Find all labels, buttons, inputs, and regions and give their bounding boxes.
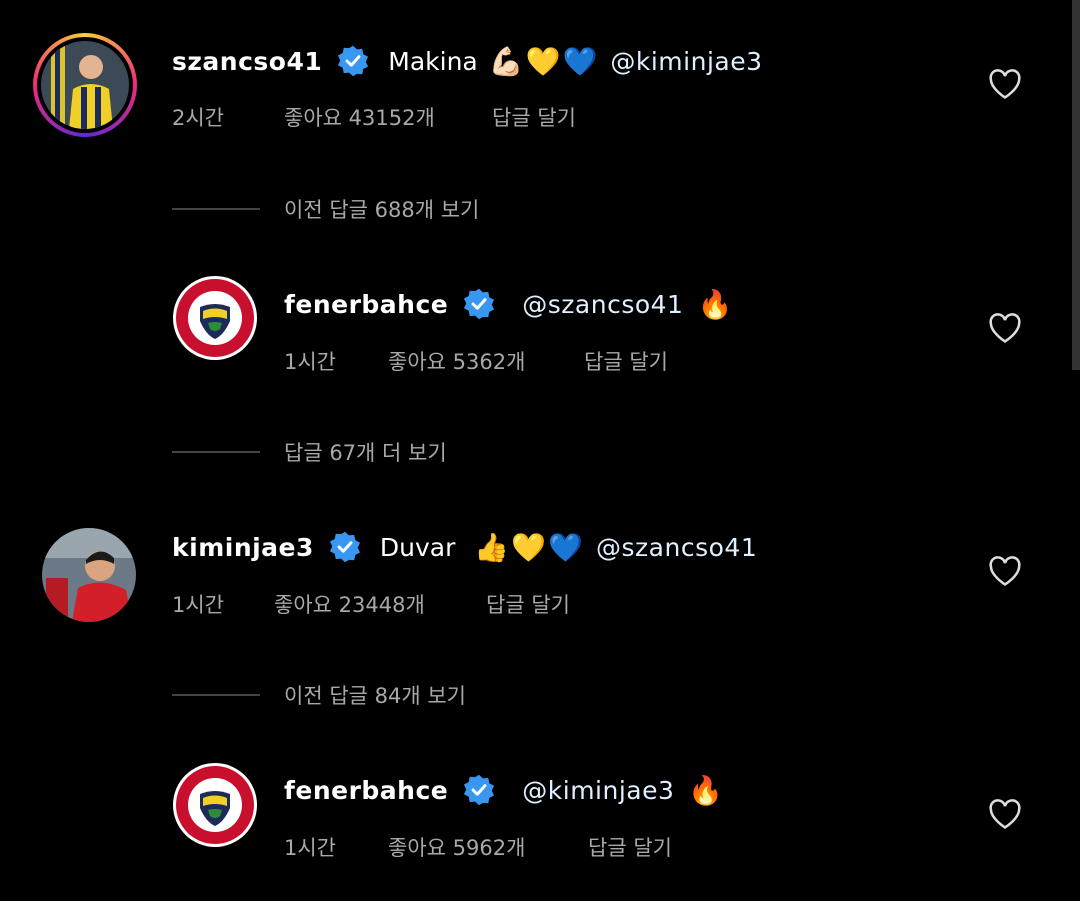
- fenerbahce-badge-avatar[interactable]: [172, 762, 258, 848]
- blue-heart-emoji: 💙: [562, 44, 598, 78]
- username[interactable]: fenerbahce: [284, 290, 448, 319]
- username[interactable]: fenerbahce: [284, 776, 448, 805]
- like-heart-icon[interactable]: [988, 68, 1022, 104]
- comment-text: Makina: [388, 46, 478, 76]
- reply-button[interactable]: 답글 달기: [584, 346, 668, 376]
- like-count[interactable]: 좋아요 43152개: [284, 102, 492, 132]
- like-heart-icon[interactable]: [988, 798, 1022, 834]
- avatar[interactable]: [42, 528, 136, 622]
- reply-button[interactable]: 답글 달기: [486, 589, 570, 619]
- like-heart-icon[interactable]: [988, 312, 1022, 348]
- mention-link[interactable]: @szancso41: [522, 290, 683, 319]
- scrollbar[interactable]: [1072, 0, 1080, 370]
- mention-link[interactable]: @kiminjae3: [610, 47, 762, 76]
- comment-header: fenerbahce @szancso41 🔥: [284, 287, 733, 321]
- blue-heart-emoji: 💙: [548, 530, 584, 564]
- fire-emoji: 🔥: [697, 287, 733, 321]
- reply-button[interactable]: 답글 달기: [492, 102, 576, 132]
- verified-badge-icon: [328, 530, 362, 564]
- comment-header: fenerbahce @kiminjae3 🔥: [284, 773, 724, 807]
- view-previous-replies-link[interactable]: 이전 답글 688개 보기: [172, 194, 479, 224]
- replies-divider: [172, 694, 260, 696]
- replies-divider: [172, 208, 260, 210]
- comment-meta: 1시간 좋아요 23448개 답글 달기: [172, 589, 570, 619]
- like-count[interactable]: 좋아요 5362개: [388, 346, 584, 376]
- replies-label[interactable]: 답글 67개 더 보기: [284, 437, 447, 467]
- fenerbahce-badge-avatar[interactable]: [172, 275, 258, 361]
- fire-emoji: 🔥: [688, 773, 724, 807]
- comment-text: Duvar: [379, 532, 456, 562]
- username[interactable]: szancso41: [172, 47, 322, 76]
- replies-divider: [172, 451, 260, 453]
- fenerbahce-crest-icon: [173, 276, 257, 360]
- comment-meta: 2시간 좋아요 43152개 답글 달기: [172, 102, 576, 132]
- timestamp: 2시간: [172, 106, 225, 130]
- mention-link[interactable]: @kiminjae3: [522, 776, 674, 805]
- thumbs-up-emoji: 👍: [474, 530, 510, 564]
- fenerbahce-crest-icon: [173, 763, 257, 847]
- yellow-heart-emoji: 💛: [511, 530, 547, 564]
- flexed-bicep-emoji: 💪🏻: [488, 44, 524, 78]
- verified-badge-icon: [462, 287, 496, 321]
- yellow-heart-emoji: 💛: [525, 44, 561, 78]
- like-count[interactable]: 좋아요 23448개: [274, 589, 486, 619]
- like-count[interactable]: 좋아요 5962개: [388, 832, 588, 862]
- timestamp: 1시간: [284, 836, 337, 860]
- mention-link[interactable]: @szancso41: [596, 533, 757, 562]
- avatar[interactable]: [33, 33, 137, 137]
- username[interactable]: kiminjae3: [172, 533, 314, 562]
- like-heart-icon[interactable]: [988, 555, 1022, 591]
- timestamp: 1시간: [172, 593, 225, 617]
- replies-label[interactable]: 이전 답글 688개 보기: [284, 194, 479, 224]
- verified-badge-icon: [462, 773, 496, 807]
- timestamp: 1시간: [284, 350, 337, 374]
- comment-header: szancso41 Makina 💪🏻 💛 💙 @kiminjae3: [172, 44, 763, 78]
- replies-label[interactable]: 이전 답글 84개 보기: [284, 680, 466, 710]
- reply-button[interactable]: 답글 달기: [588, 832, 672, 862]
- verified-badge-icon: [336, 44, 370, 78]
- comment-header: kiminjae3 Duvar 👍 💛 💙 @szancso41: [172, 530, 757, 564]
- comment-meta: 1시간 좋아요 5362개 답글 달기: [284, 346, 668, 376]
- comment-meta: 1시간 좋아요 5962개 답글 달기: [284, 832, 672, 862]
- view-previous-replies-link[interactable]: 이전 답글 84개 보기: [172, 680, 466, 710]
- view-more-replies-link[interactable]: 답글 67개 더 보기: [172, 437, 447, 467]
